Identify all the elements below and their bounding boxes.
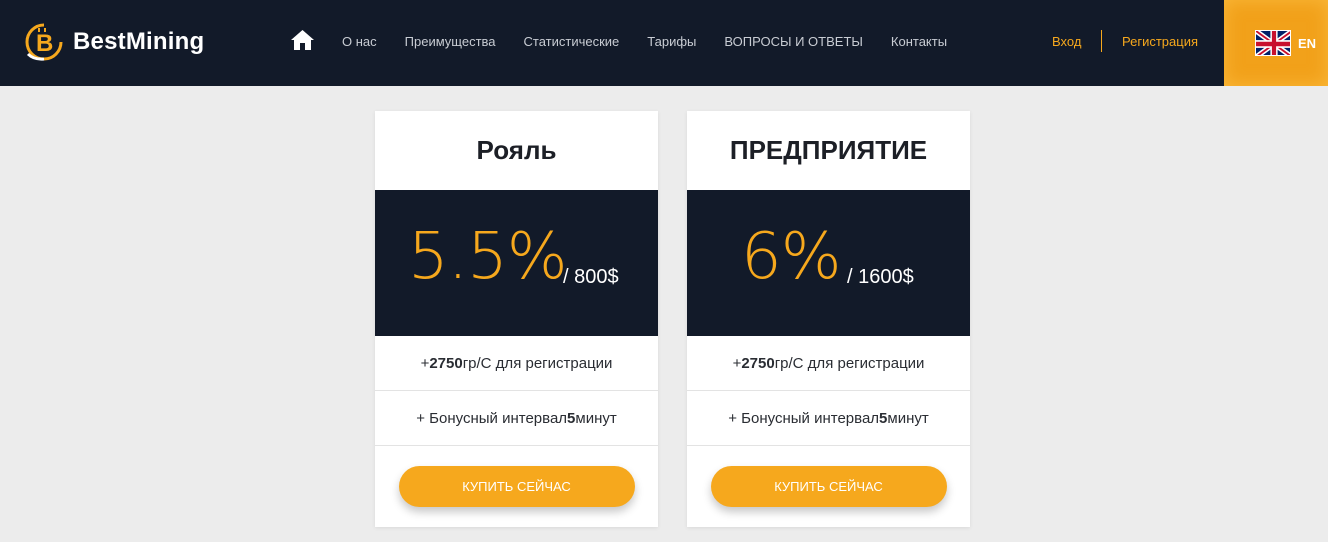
plan-feature-hashrate: + 2750 гр/С для регистрации — [375, 336, 658, 391]
main-menu: О нас Преимущества Статистические Тарифы… — [342, 34, 947, 49]
brand-logo[interactable]: B BestMining — [24, 22, 204, 62]
plan-feature-bonus: + Бонусный интервал 5 минут — [375, 391, 658, 446]
plan-price: / 800$ — [563, 266, 619, 288]
plan-title: ПРЕДПРИЯТИЕ — [729, 135, 928, 165]
buy-now-button[interactable]: КУПИТЬ СЕЙЧАС — [710, 466, 947, 507]
nav-item-contacts[interactable]: Контакты — [891, 34, 947, 49]
top-navbar: B BestMining О нас Преимущества Статисти… — [0, 0, 1328, 86]
auth-divider — [1101, 30, 1102, 52]
uk-flag-icon — [1255, 30, 1291, 56]
language-code: EN — [1298, 35, 1317, 51]
bitcoin-b-icon: B — [24, 22, 64, 62]
plan-feature-bonus: + Бонусный интервал 5 минут — [687, 391, 970, 446]
nav-item-plans[interactable]: Тарифы — [647, 34, 696, 49]
plan-price: / 1600$ — [847, 266, 914, 288]
svg-text:B: B — [36, 30, 53, 57]
register-link[interactable]: Регистрация — [1122, 34, 1198, 49]
language-switcher[interactable]: EN — [1224, 0, 1328, 86]
plan-feature-hashrate: + 2750 гр/С для регистрации — [687, 336, 970, 391]
plan-percent: 5.5% — [408, 220, 568, 294]
plan-percent: 6% — [741, 220, 842, 294]
buy-now-button[interactable]: КУПИТЬ СЕЙЧАС — [398, 466, 635, 507]
plan-card: Рояль 5.5% / 800$ + 2750 гр/С для регист… — [375, 111, 658, 527]
plan-price-box: 6% / 1600$ — [687, 190, 970, 336]
plan-card: ПРЕДПРИЯТИЕ 6% / 1600$ + 2750 гр/С для р… — [687, 111, 970, 527]
plan-button-area: КУПИТЬ СЕЙЧАС — [375, 446, 658, 527]
brand-name: BestMining — [73, 28, 205, 55]
plan-price-box: 5.5% / 800$ — [375, 190, 658, 336]
nav-item-faq[interactable]: ВОПРОСЫ И ОТВЕТЫ — [724, 34, 863, 49]
nav-item-statistics[interactable]: Статистические — [524, 34, 620, 49]
nav-item-about[interactable]: О нас — [342, 34, 377, 49]
home-icon[interactable] — [290, 29, 315, 51]
login-link[interactable]: Вход — [1052, 34, 1081, 49]
nav-item-advantages[interactable]: Преимущества — [405, 34, 496, 49]
plan-title: Рояль — [476, 135, 557, 165]
plan-button-area: КУПИТЬ СЕЙЧАС — [687, 446, 970, 527]
